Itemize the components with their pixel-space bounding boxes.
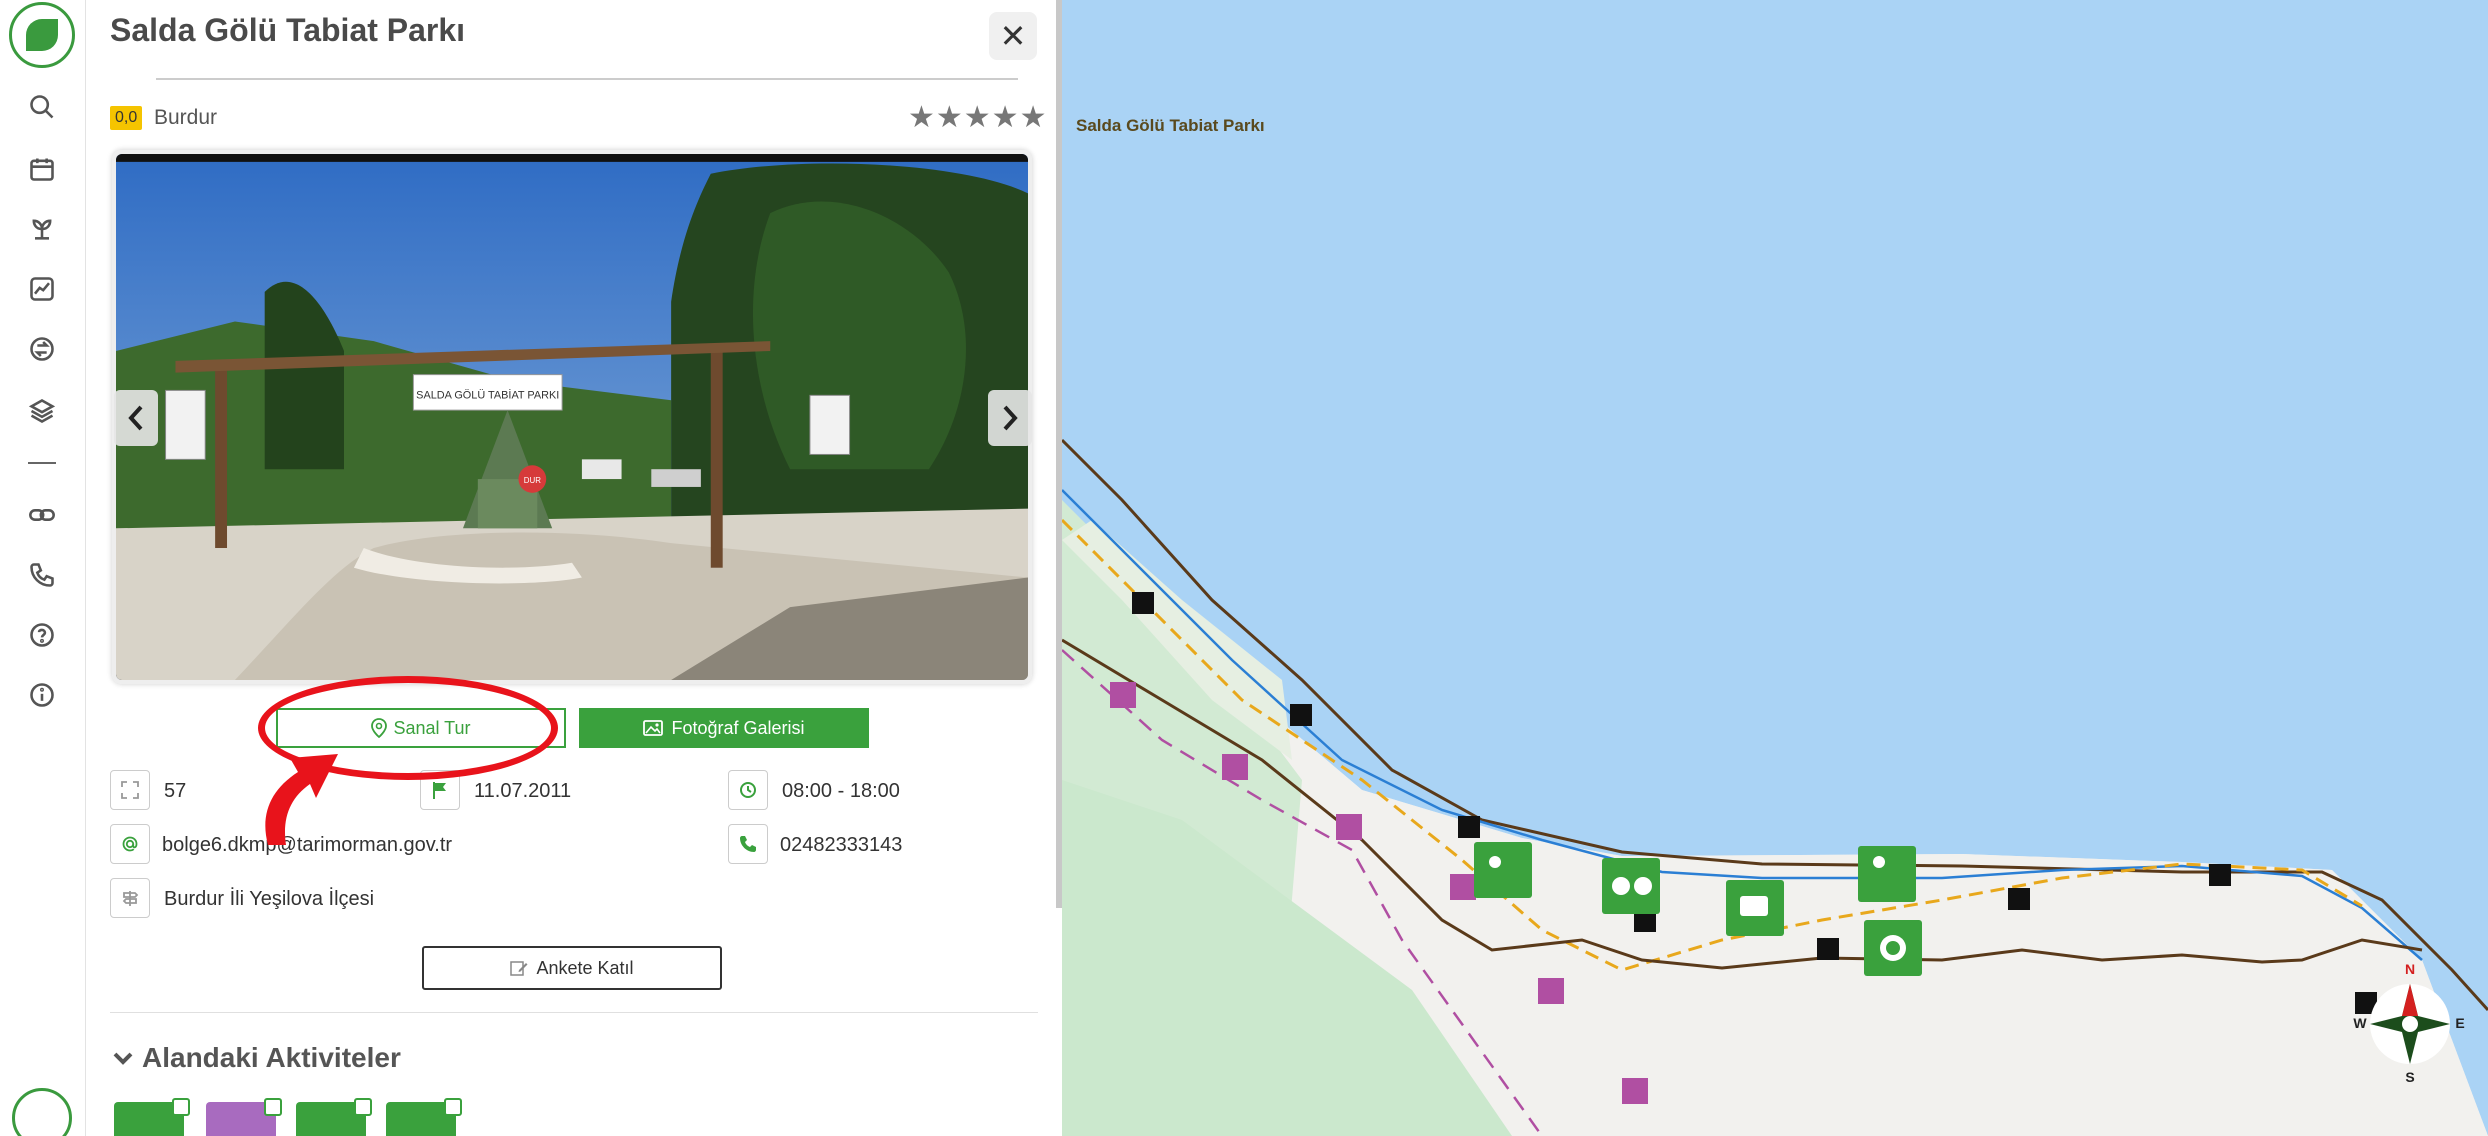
- province-label: Burdur: [154, 106, 218, 129]
- title-divider: [156, 78, 1018, 80]
- ministry-logo: [12, 1088, 72, 1136]
- phone-icon[interactable]: [25, 558, 59, 592]
- photo-gallery-label: Fotoğraf Galerisi: [671, 717, 805, 738]
- sun-activity-icon[interactable]: [114, 1098, 190, 1136]
- section-divider: [110, 1012, 1038, 1013]
- detail-panel: Salda Gölü Tabiat Parkı ✕ 0,0 Burdur ★★★…: [86, 0, 1062, 1136]
- chevron-left-icon: [128, 405, 143, 431]
- compass-east-label: E: [2455, 1015, 2464, 1031]
- star-rating[interactable]: ★★★★★: [908, 100, 1047, 135]
- activities-section-toggle[interactable]: Alandaki Aktiviteler: [112, 1042, 401, 1074]
- address-value: Burdur İli Yeşilova İlçesi: [164, 888, 375, 910]
- rail-divider: [28, 462, 56, 464]
- photo-activity-icon[interactable]: [296, 1098, 372, 1136]
- rating-badge: 0,0: [110, 106, 143, 130]
- compass-north-label: N: [2405, 961, 2415, 977]
- established-date: 11.07.2011: [474, 780, 572, 802]
- survey-label: Ankete Katıl: [536, 957, 634, 978]
- stop-sign-text: DUR: [524, 476, 541, 485]
- carousel-prev-button[interactable]: [114, 390, 158, 446]
- swap-icon[interactable]: [25, 332, 59, 366]
- ekotaban-logo[interactable]: [9, 2, 75, 68]
- page-title: Salda Gölü Tabiat Parkı: [110, 12, 466, 48]
- edit-icon: [510, 961, 528, 976]
- chevron-right-icon: [1003, 405, 1018, 431]
- plant-icon[interactable]: [25, 212, 59, 246]
- info-icon[interactable]: [25, 678, 59, 712]
- search-icon[interactable]: [25, 90, 59, 124]
- phone-icon: [728, 824, 768, 864]
- signpost-icon: [110, 878, 150, 918]
- map-view[interactable]: N S E W Salda Gölü Tabiat Parkı: [1062, 0, 2488, 1136]
- park-entrance-photo: SALDA GÖLÜ TABİAT PARKI DUR: [116, 154, 1028, 680]
- link-icon[interactable]: [25, 498, 59, 532]
- photo-sign-text: SALDA GÖLÜ TABİAT PARKI: [416, 388, 559, 401]
- carousel-next-button[interactable]: [988, 390, 1032, 446]
- area-value: 57: [164, 780, 187, 802]
- cycling-activity-icon[interactable]: [206, 1098, 282, 1136]
- photo-gallery-button[interactable]: Fotoğraf Galerisi: [579, 708, 869, 748]
- survey-button[interactable]: Ankete Katıl: [422, 946, 722, 990]
- compass-west-label: W: [2353, 1015, 2367, 1031]
- at-sign-icon: [110, 824, 150, 864]
- trend-chart-icon[interactable]: [25, 272, 59, 306]
- layers-icon[interactable]: [25, 394, 59, 428]
- compass-south-label: S: [2405, 1069, 2414, 1085]
- chevron-down-icon: [113, 1052, 133, 1065]
- photo-carousel: SALDA GÖLÜ TABİAT PARKI DUR: [112, 150, 1032, 684]
- phone-number[interactable]: 02482333143: [780, 834, 902, 857]
- help-icon[interactable]: [25, 618, 59, 652]
- annotation-arrow-icon: [265, 754, 338, 845]
- close-button[interactable]: ✕: [989, 12, 1037, 60]
- image-icon: [643, 720, 664, 736]
- clock-icon: [728, 770, 768, 810]
- map-canvas[interactable]: N S E W: [1062, 0, 2488, 1136]
- opening-hours: 08:00 - 18:00: [782, 780, 900, 802]
- app-root: Salda Gölü Tabiat Parkı ✕ 0,0 Burdur ★★★…: [0, 0, 2488, 1136]
- activities-title: Alandaki Aktiviteler: [142, 1042, 401, 1073]
- map-park-label[interactable]: Salda Gölü Tabiat Parkı: [1076, 116, 1265, 136]
- icon-rail: [0, 0, 86, 1136]
- bike-activity-icon[interactable]: [386, 1098, 462, 1136]
- calendar-icon[interactable]: [25, 152, 59, 186]
- expand-icon: [110, 770, 150, 810]
